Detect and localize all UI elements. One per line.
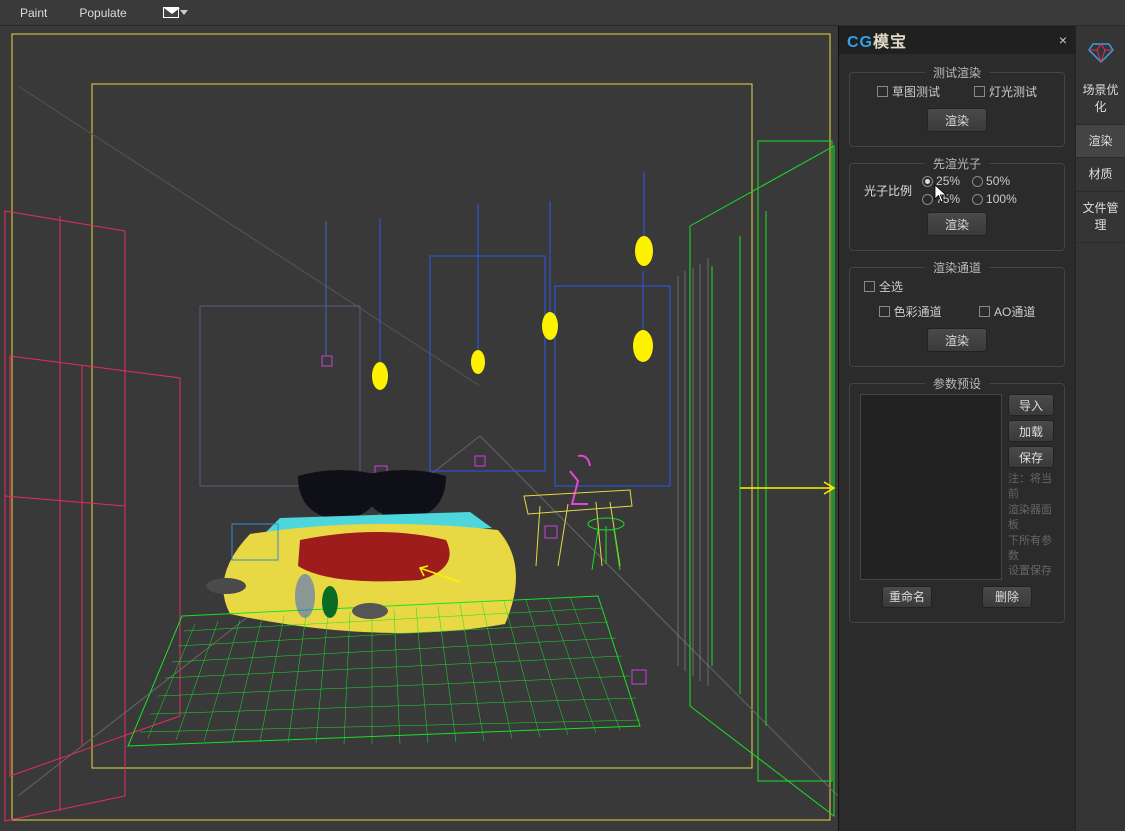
group-channel: 渲染通道 全选 色彩通道 AO通道 [849, 267, 1065, 367]
tab-file[interactable]: 文件管理 [1076, 192, 1125, 243]
radio-label: 25% [936, 174, 960, 188]
checkbox-light[interactable]: 灯光测试 [974, 83, 1037, 100]
menu-paint[interactable]: Paint [2, 0, 65, 25]
tab-scene[interactable]: 场景优化 [1076, 74, 1125, 125]
group-title: 参数预设 [925, 375, 989, 392]
checkbox-icon [979, 306, 990, 317]
tab-material[interactable]: 材质 [1076, 158, 1125, 192]
radio-icon [922, 194, 933, 205]
radio-icon [922, 176, 933, 187]
radio-icon [972, 194, 983, 205]
checkbox-label: 色彩通道 [894, 303, 942, 320]
checkbox-icon [974, 86, 985, 97]
group-title: 渲染通道 [925, 259, 989, 276]
render-panel: CG模宝 × 测试渲染 草图测试 灯光测试 [838, 26, 1075, 831]
group-photon: 先渲光子 光子比例 25% 50% [849, 163, 1065, 251]
import-button[interactable]: 导入 [1008, 394, 1054, 416]
delete-button[interactable]: 删除 [982, 586, 1032, 608]
menu-populate[interactable]: Populate [65, 0, 144, 25]
group-title: 测试渲染 [925, 64, 989, 81]
close-icon[interactable]: × [1059, 32, 1067, 48]
mail-icon[interactable] [163, 7, 179, 18]
load-button[interactable]: 加载 [1008, 420, 1054, 442]
plugin-logo: CG模宝 [847, 28, 907, 52]
radio-50[interactable]: 50% [972, 174, 1010, 188]
render-button[interactable]: 渲染 [927, 212, 987, 236]
save-button[interactable]: 保存 [1008, 446, 1054, 468]
preset-list[interactable] [860, 394, 1002, 580]
checkbox-icon [864, 281, 875, 292]
top-menu-bar: Paint Populate [0, 0, 1125, 26]
rename-button[interactable]: 重命名 [882, 586, 932, 608]
radio-75[interactable]: 75% [922, 192, 960, 206]
photon-ratio-label: 光子比例 [864, 182, 912, 199]
radio-25[interactable]: 25% [922, 174, 960, 188]
radio-icon [972, 176, 983, 187]
group-title: 先渲光子 [925, 155, 989, 172]
tab-render[interactable]: 渲染 [1076, 125, 1125, 159]
viewport-3d[interactable] [0, 26, 838, 831]
checkbox-label: 草图测试 [892, 83, 940, 100]
checkbox-select-all[interactable]: 全选 [864, 278, 1054, 295]
radio-label: 100% [986, 192, 1017, 206]
radio-100[interactable]: 100% [972, 192, 1017, 206]
checkbox-draft[interactable]: 草图测试 [877, 83, 940, 100]
checkbox-icon [879, 306, 890, 317]
radio-label: 50% [986, 174, 1010, 188]
render-button[interactable]: 渲染 [927, 108, 987, 132]
diamond-icon[interactable] [1087, 36, 1115, 64]
side-tab-bar: 场景优化 渲染 材质 文件管理 [1075, 26, 1125, 831]
group-preset: 参数预设 导入 加载 保存 注：将当前 渲染器面板 下所有参数 设置保存 [849, 383, 1065, 623]
group-test-render: 测试渲染 草图测试 灯光测试 渲染 [849, 72, 1065, 147]
checkbox-label: 全选 [879, 278, 903, 295]
checkbox-icon [877, 86, 888, 97]
checkbox-label: 灯光测试 [989, 83, 1037, 100]
checkbox-label: AO通道 [994, 303, 1035, 320]
radio-label: 75% [936, 192, 960, 206]
render-button[interactable]: 渲染 [927, 328, 987, 352]
checkbox-ao-channel[interactable]: AO通道 [979, 303, 1035, 320]
checkbox-color-channel[interactable]: 色彩通道 [879, 303, 942, 320]
preset-note: 注：将当前 渲染器面板 下所有参数 设置保存 [1008, 472, 1054, 580]
